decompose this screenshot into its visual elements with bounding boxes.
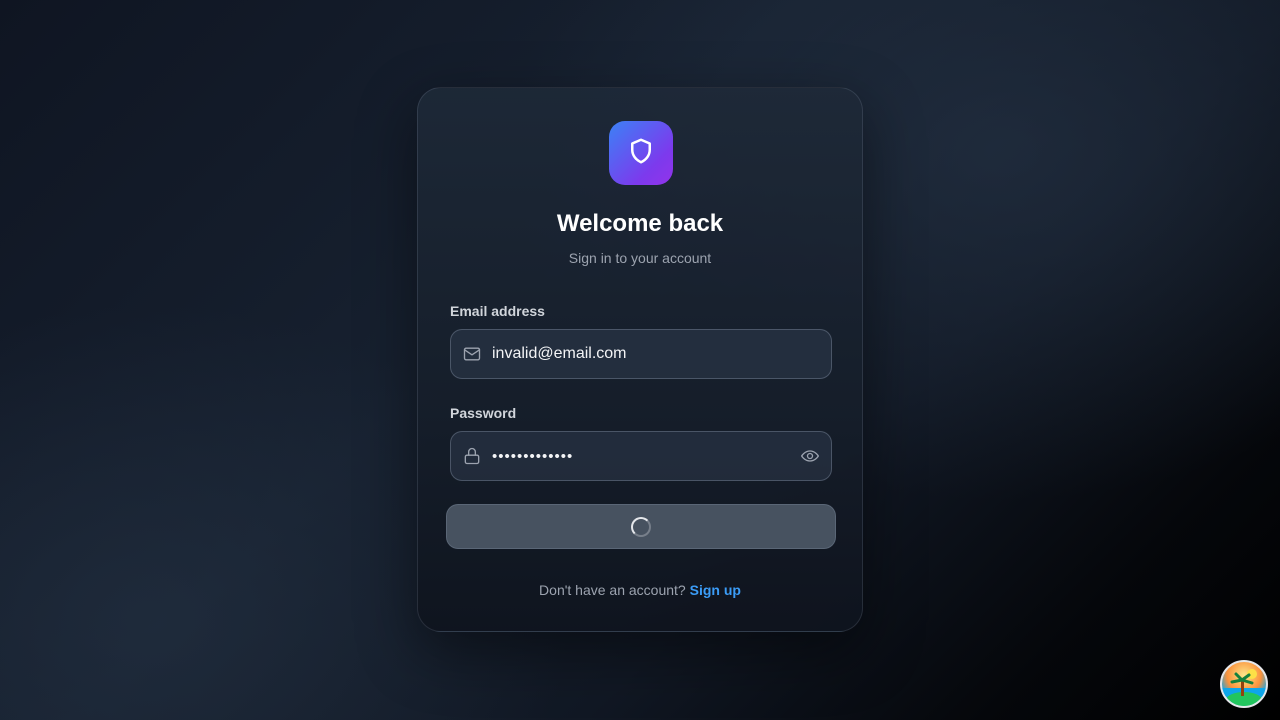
loading-spinner-icon — [631, 516, 651, 537]
sign-in-button[interactable] — [446, 504, 836, 549]
lock-icon — [462, 446, 482, 466]
page-subtitle: Sign in to your account — [568, 250, 712, 266]
avatar[interactable] — [1220, 660, 1268, 708]
login-card: Welcome back Sign in to your account Ema… — [417, 87, 863, 632]
shield-icon — [626, 136, 656, 171]
password-label: Password — [450, 405, 517, 421]
email-input[interactable]: invalid@email.com — [492, 345, 831, 363]
signup-prompt-text: Don't have an account? — [539, 582, 686, 598]
password-input[interactable]: ••••••••••••• — [492, 448, 799, 465]
eye-icon[interactable] — [799, 445, 821, 467]
signup-link[interactable]: Sign up — [690, 582, 741, 598]
tropical-island-avatar-icon — [1222, 669, 1266, 706]
app-logo — [609, 121, 673, 185]
email-label: Email address — [450, 303, 545, 319]
signup-prompt: Don't have an account? Sign up — [418, 582, 862, 598]
page-title: Welcome back — [556, 210, 724, 237]
email-field[interactable]: invalid@email.com — [450, 329, 832, 379]
mail-icon — [462, 344, 482, 364]
password-field[interactable]: ••••••••••••• — [450, 431, 832, 481]
